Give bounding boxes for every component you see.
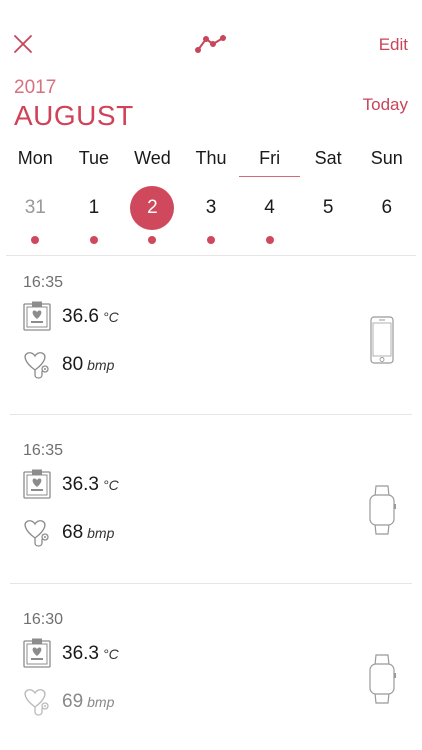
heart-rate-unit: bmp xyxy=(87,357,115,373)
trend-chart-icon xyxy=(195,35,226,53)
temperature-number: 36.3 xyxy=(62,474,99,495)
heart-rate-unit: bmp xyxy=(87,694,115,710)
temperature-number: 36.3 xyxy=(62,643,99,664)
day-cell[interactable]: 1 xyxy=(65,186,124,250)
entry-indicator-dot xyxy=(89,236,98,244)
temperature-row: 36.3 °C xyxy=(22,468,262,504)
weekday-fri: Fri xyxy=(239,148,300,178)
heart-rate-number: 80 xyxy=(62,354,84,375)
temperature-row: 36.3 °C xyxy=(22,637,262,673)
watch-icon xyxy=(369,654,396,704)
day-cell[interactable]: 31 xyxy=(6,186,65,250)
entry-indicator-dot xyxy=(148,236,157,244)
thermometer-clipboard-icon xyxy=(23,301,51,331)
weekday-sun: Sun xyxy=(370,148,403,168)
temperature-value: 36.3 °C xyxy=(62,643,119,665)
heart-rate-row: 80 bmp xyxy=(22,348,262,384)
entry-divider xyxy=(10,414,412,415)
close-button[interactable] xyxy=(12,33,34,55)
day-number: 3 xyxy=(205,197,217,218)
heart-rate-number: 69 xyxy=(62,691,84,712)
edit-button[interactable]: Edit xyxy=(379,35,408,55)
stethoscope-heart-icon xyxy=(24,520,49,547)
entry-time: 16:30 xyxy=(23,611,64,628)
weekday-thu: Thu xyxy=(195,148,227,168)
weekday-tue: Tue xyxy=(78,148,110,168)
top-bar: Edit xyxy=(0,0,422,80)
entry-indicator-dot xyxy=(207,236,216,244)
heart-rate-row: 69 bmp xyxy=(22,685,262,721)
day-number: 4 xyxy=(264,197,275,218)
heart-rate-number: 68 xyxy=(62,522,84,543)
day-cell[interactable]: 5 xyxy=(299,186,358,250)
temperature-unit: °C xyxy=(102,646,119,662)
temperature-number: 36.6 xyxy=(62,306,99,327)
day-number: 6 xyxy=(381,197,393,218)
temperature-unit: °C xyxy=(102,477,119,493)
week-day-strip: 31 1 2 3 4 5 6 xyxy=(6,186,416,250)
entry-time: 16:35 xyxy=(23,442,64,459)
heart-rate-value: 80 bmp xyxy=(62,354,114,376)
calendar-divider xyxy=(6,255,416,256)
day-number: 1 xyxy=(88,197,100,218)
today-button[interactable]: Today xyxy=(363,95,408,115)
day-number: 5 xyxy=(322,197,334,218)
close-icon xyxy=(14,35,32,53)
day-number: 31 xyxy=(24,197,46,218)
temperature-value: 36.3 °C xyxy=(62,474,119,496)
temperature-row: 36.6 °C xyxy=(22,300,262,336)
weekday-mon: Mon xyxy=(17,148,53,168)
watch-icon xyxy=(369,485,396,535)
stethoscope-heart-icon xyxy=(24,352,49,379)
entry-indicator-dot xyxy=(265,236,274,244)
heart-rate-value: 68 bmp xyxy=(62,522,114,544)
day-cell[interactable]: 4 xyxy=(240,186,299,250)
day-cell-selected[interactable]: 2 xyxy=(123,186,182,250)
stethoscope-heart-icon xyxy=(24,689,49,716)
weekday-wed: Wed xyxy=(134,148,171,168)
measurement-entry[interactable]: 16:35 36.6 °C 80 bmp xyxy=(0,262,422,422)
month-title: AUGUST xyxy=(14,100,134,131)
entry-divider xyxy=(10,583,412,584)
entry-indicator-dot xyxy=(31,236,40,244)
heart-rate-row: 68 bmp xyxy=(22,516,262,552)
day-cell[interactable]: 3 xyxy=(182,186,241,250)
heart-rate-value: 69 bmp xyxy=(62,691,114,713)
year-label: 2017 xyxy=(14,77,57,98)
weekday-sat: Sat xyxy=(314,148,342,168)
thermometer-clipboard-icon xyxy=(23,469,51,499)
heart-rate-unit: bmp xyxy=(87,525,115,541)
day-number: 2 xyxy=(130,186,175,230)
thermometer-clipboard-icon xyxy=(23,638,51,668)
measurement-entry[interactable]: 16:35 36.3 °C 68 bmp xyxy=(0,430,422,590)
phone-icon xyxy=(370,316,394,364)
measurement-entry[interactable]: 16:30 36.3 °C 69 bmp xyxy=(0,599,422,750)
temperature-unit: °C xyxy=(102,309,119,325)
temperature-value: 36.6 °C xyxy=(62,306,119,328)
day-cell[interactable]: 6 xyxy=(357,186,416,250)
weekday-header: Mon Tue Wed Thu Fri Sat Sun xyxy=(6,148,416,178)
entry-time: 16:35 xyxy=(23,274,64,291)
chart-button[interactable] xyxy=(193,30,229,56)
